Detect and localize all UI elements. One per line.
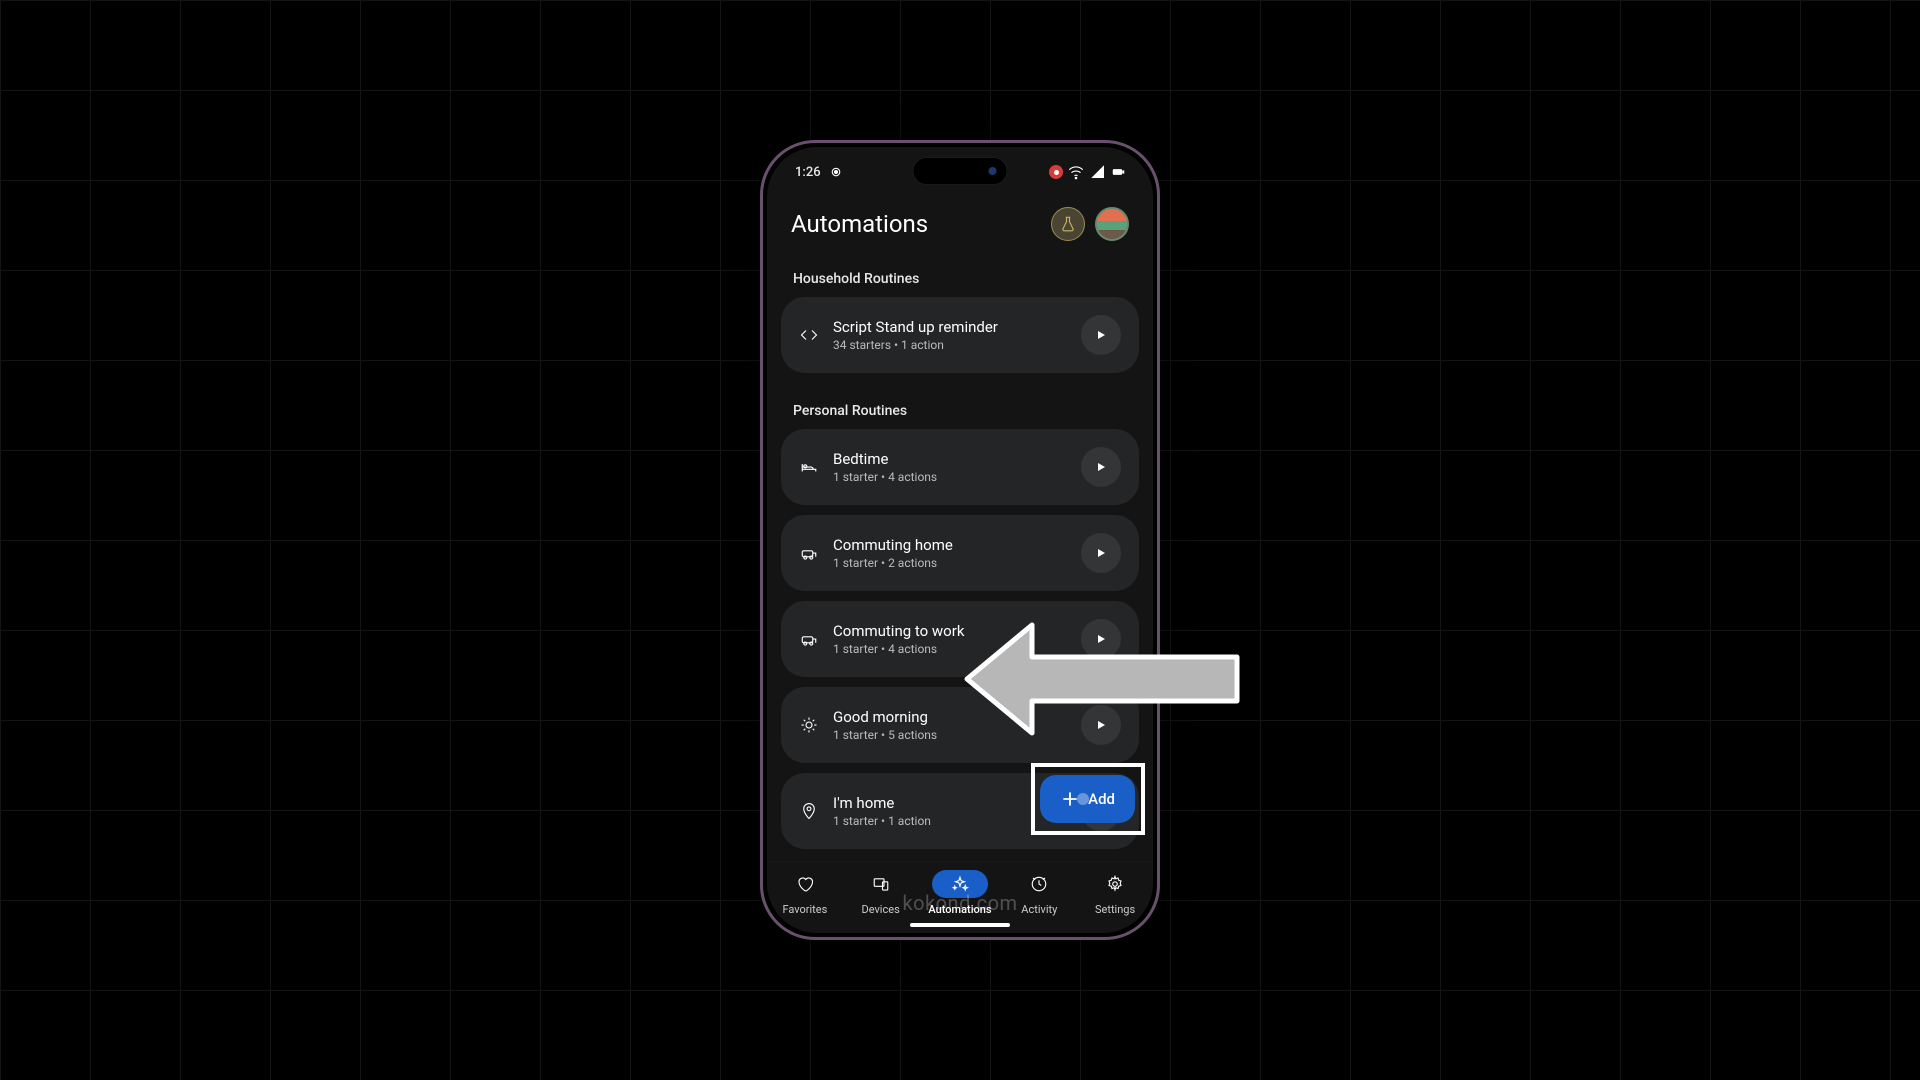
sun-icon: [799, 716, 819, 734]
signal-icon: [1089, 163, 1107, 181]
activity-icon: [1030, 875, 1048, 893]
power-button: [1157, 313, 1160, 393]
routine-subtitle: 1 starter • 4 actions: [833, 470, 1067, 484]
record-icon: [1049, 165, 1063, 179]
commute-home-icon: [799, 544, 819, 562]
volume-down-button: [760, 343, 763, 393]
play-button[interactable]: [1081, 315, 1121, 355]
location-icon: [799, 802, 819, 820]
routine-card[interactable]: Bedtime 1 starter • 4 actions: [781, 429, 1139, 505]
add-button-label: Add: [1088, 790, 1115, 808]
code-icon: [799, 326, 819, 344]
nav-label: Activity: [1021, 903, 1057, 916]
arrow-annotation: [962, 615, 1244, 743]
gear-icon: [1106, 875, 1124, 893]
nav-settings[interactable]: Settings: [1087, 870, 1143, 916]
routine-subtitle: 34 starters • 1 action: [833, 338, 1067, 352]
battery-icon: [1111, 163, 1125, 181]
household-section-label: Household Routines: [781, 251, 1139, 297]
phone-screen: 1:26 Automations Household Routines: [767, 147, 1153, 933]
bed-icon: [799, 458, 819, 476]
volume-up-button: [760, 283, 763, 333]
dynamic-island: [913, 157, 1008, 185]
nav-label: Favorites: [782, 903, 827, 916]
wifi-icon: [1067, 163, 1085, 181]
lab-flask-icon: [1059, 215, 1077, 233]
camera-dot: [989, 167, 997, 175]
page-title: Automations: [791, 210, 928, 238]
touch-indicator: [1077, 793, 1089, 805]
routine-title: Commuting home: [833, 536, 1067, 554]
nav-activity[interactable]: Activity: [1011, 870, 1067, 916]
routine-subtitle: 1 starter • 2 actions: [833, 556, 1067, 570]
add-button[interactable]: Add: [1040, 775, 1135, 823]
nav-favorites[interactable]: Favorites: [777, 870, 833, 916]
watermark-text: kokond.com: [902, 891, 1017, 915]
nav-label: Settings: [1095, 903, 1135, 916]
phone-frame: 1:26 Automations Household Routines: [760, 140, 1160, 940]
play-button[interactable]: [1081, 533, 1121, 573]
status-time: 1:26: [795, 165, 821, 180]
nav-label: Devices: [862, 903, 900, 916]
routine-title: Bedtime: [833, 450, 1067, 468]
home-indicator[interactable]: [910, 923, 1010, 927]
page-header: Automations: [767, 187, 1153, 251]
play-button[interactable]: [1081, 447, 1121, 487]
routine-card[interactable]: Script Stand up reminder 34 starters • 1…: [781, 297, 1139, 373]
commute-work-icon: [799, 630, 819, 648]
lab-button[interactable]: [1051, 207, 1085, 241]
status-dot-icon: [827, 163, 845, 181]
routine-card[interactable]: Commuting home 1 starter • 2 actions: [781, 515, 1139, 591]
routine-title: Script Stand up reminder: [833, 318, 1067, 336]
nav-devices[interactable]: Devices: [853, 870, 909, 916]
personal-section-label: Personal Routines: [781, 383, 1139, 429]
devices-icon: [872, 875, 890, 893]
profile-avatar[interactable]: [1095, 207, 1129, 241]
heart-icon: [796, 875, 814, 893]
